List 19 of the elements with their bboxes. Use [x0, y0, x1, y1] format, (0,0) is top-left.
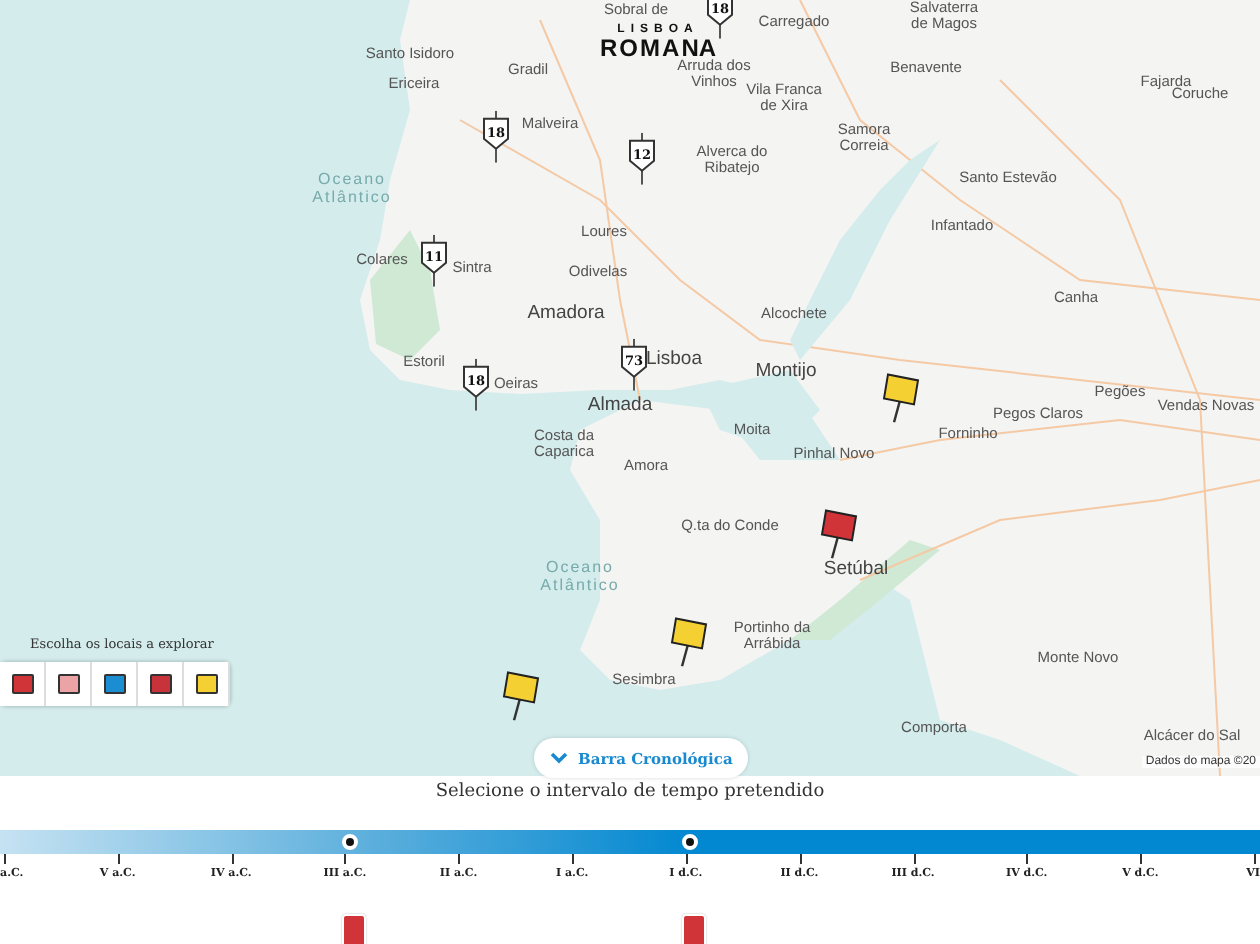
category-filter[interactable]: [138, 662, 184, 706]
place-label: Almada: [587, 395, 653, 417]
chevron-down-icon: [550, 752, 568, 764]
place-label: Setúbal: [823, 559, 889, 581]
range-handle[interactable]: [342, 914, 367, 944]
category-filter[interactable]: [92, 662, 138, 706]
range-handle[interactable]: [682, 914, 707, 944]
place-label: Lisboa: [646, 349, 702, 371]
range-knob[interactable]: [682, 834, 699, 850]
range-knob[interactable]: [342, 834, 359, 850]
category-filter[interactable]: [0, 662, 46, 706]
place-label: Amadora: [527, 303, 605, 325]
sea-label: Oceano Atlântico: [540, 560, 620, 596]
timeline-track[interactable]: [0, 830, 1260, 854]
timeline-title: Selecione o intervalo de tempo pretendido: [433, 780, 827, 802]
category-filter[interactable]: [46, 662, 92, 706]
place-label: Montijo: [755, 361, 817, 383]
sea-label: Oceano Atlântico: [312, 172, 392, 208]
category-filter[interactable]: [184, 662, 230, 706]
